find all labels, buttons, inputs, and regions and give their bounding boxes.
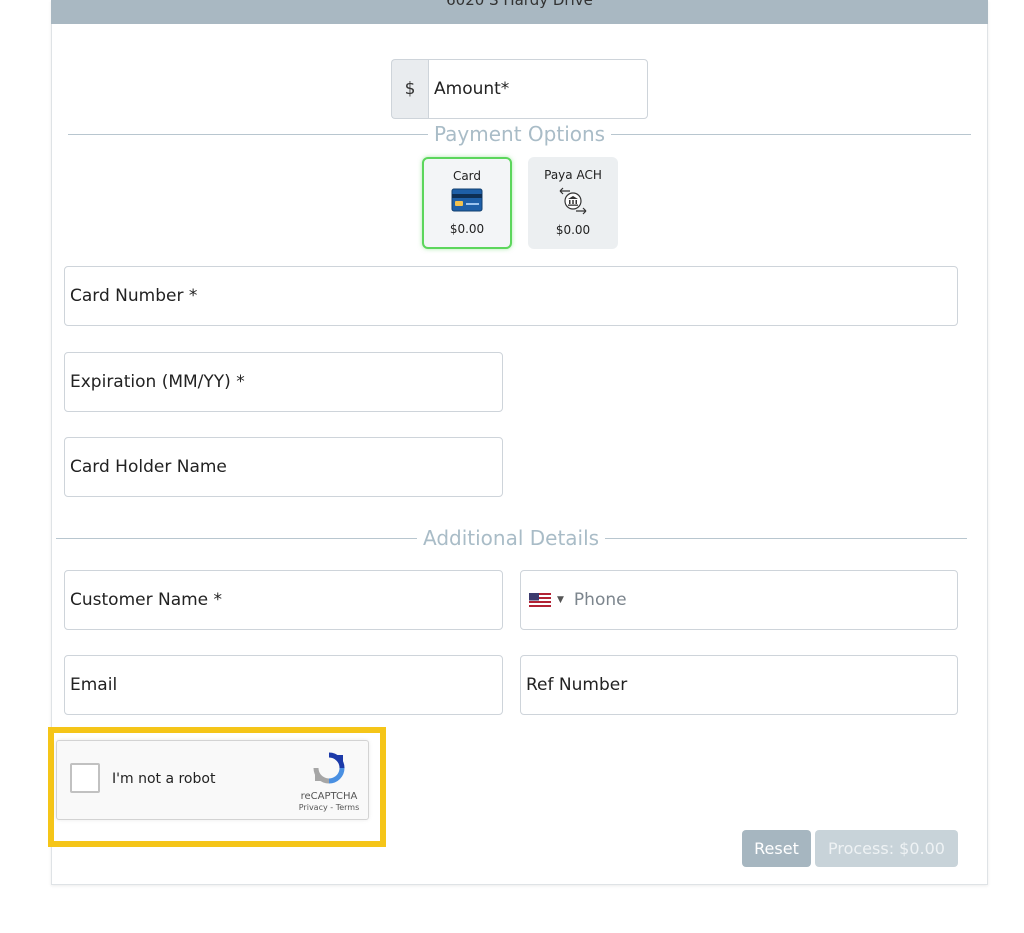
recaptcha-logo: reCAPTCHA Privacy - Terms: [297, 751, 361, 812]
credit-card-icon: [451, 188, 483, 212]
payment-option-card-label: Card: [452, 169, 482, 183]
phone-field[interactable]: ▼ Phone: [520, 570, 958, 630]
reset-button[interactable]: Reset: [742, 830, 811, 867]
recaptcha-label: I'm not a robot: [112, 771, 216, 787]
payment-option-ach-amount: $0.00: [555, 223, 591, 237]
header-address: 6020 S Hardy Drive: [446, 0, 593, 9]
header-bar: 6020 S Hardy Drive: [51, 0, 988, 24]
currency-prefix: $: [391, 59, 428, 119]
chevron-down-icon: ▼: [557, 595, 564, 605]
card-holder-name-field[interactable]: Card Holder Name: [64, 437, 503, 497]
recaptcha-icon: [313, 752, 345, 784]
payment-option-card[interactable]: Card $0.00: [422, 157, 512, 249]
recaptcha-brand: reCAPTCHA: [300, 791, 358, 802]
country-selector[interactable]: ▼: [529, 593, 564, 607]
recaptcha-widget: I'm not a robot reCAPTCHA Privacy - Term…: [56, 740, 369, 820]
expiration-field[interactable]: Expiration (MM/YY) *: [64, 352, 503, 412]
recaptcha-checkbox[interactable]: [70, 763, 100, 793]
additional-details-heading: Additional Details: [417, 525, 606, 551]
amount-input-group: $ Amount*: [391, 59, 648, 119]
process-button[interactable]: Process: $0.00: [815, 830, 958, 867]
payment-option-ach[interactable]: Paya ACH $0.00: [528, 157, 618, 249]
payment-option-ach-label: Paya ACH: [544, 168, 602, 182]
customer-name-field[interactable]: Customer Name *: [64, 570, 503, 630]
amount-input[interactable]: Amount*: [428, 59, 648, 119]
recaptcha-links[interactable]: Privacy - Terms: [297, 803, 361, 812]
us-flag-icon: [529, 593, 551, 607]
phone-placeholder: Phone: [573, 590, 627, 610]
email-field[interactable]: Email: [64, 655, 503, 715]
card-number-field[interactable]: Card Number *: [64, 266, 958, 326]
ref-number-field[interactable]: Ref Number: [520, 655, 958, 715]
payment-options-heading: Payment Options: [428, 121, 612, 147]
payment-option-card-amount: $0.00: [449, 222, 485, 236]
bank-transfer-icon: [559, 187, 587, 215]
